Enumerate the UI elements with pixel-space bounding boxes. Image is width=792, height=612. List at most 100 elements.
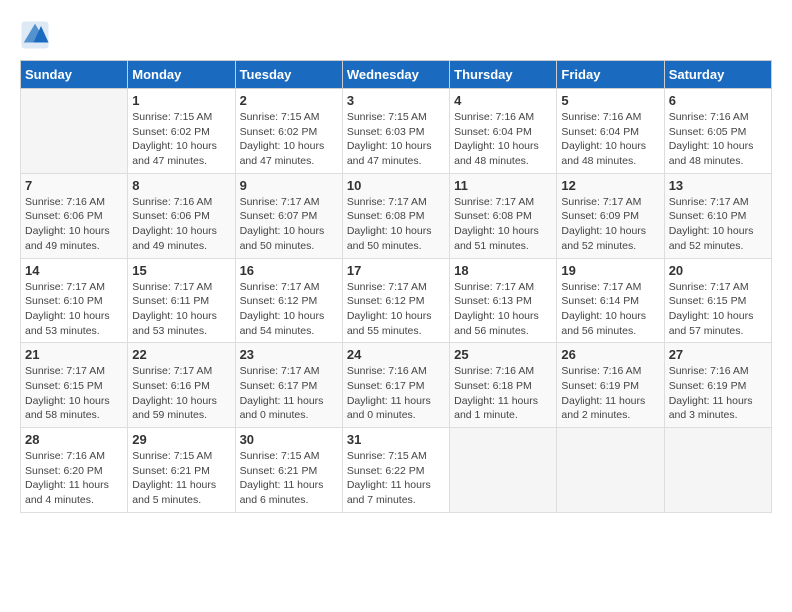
col-header-sunday: Sunday xyxy=(21,61,128,89)
day-info: Sunrise: 7:17 AM Sunset: 6:13 PM Dayligh… xyxy=(454,280,552,339)
day-number: 13 xyxy=(669,178,767,193)
calendar-cell: 23 Sunrise: 7:17 AM Sunset: 6:17 PM Dayli… xyxy=(235,343,342,428)
day-info: Sunrise: 7:17 AM Sunset: 6:16 PM Dayligh… xyxy=(132,364,230,423)
day-number: 30 xyxy=(240,432,338,447)
day-number: 19 xyxy=(561,263,659,278)
calendar-cell: 31 Sunrise: 7:15 AM Sunset: 6:22 PM Dayli… xyxy=(342,428,449,513)
col-header-saturday: Saturday xyxy=(664,61,771,89)
day-info: Sunrise: 7:17 AM Sunset: 6:10 PM Dayligh… xyxy=(669,195,767,254)
day-info: Sunrise: 7:15 AM Sunset: 6:21 PM Dayligh… xyxy=(132,449,230,508)
day-number: 22 xyxy=(132,347,230,362)
calendar-cell: 25 Sunrise: 7:16 AM Sunset: 6:18 PM Dayli… xyxy=(450,343,557,428)
calendar-cell: 13 Sunrise: 7:17 AM Sunset: 6:10 PM Dayli… xyxy=(664,173,771,258)
col-header-wednesday: Wednesday xyxy=(342,61,449,89)
day-number: 4 xyxy=(454,93,552,108)
day-number: 27 xyxy=(669,347,767,362)
day-info: Sunrise: 7:16 AM Sunset: 6:19 PM Dayligh… xyxy=(561,364,659,423)
calendar-cell xyxy=(450,428,557,513)
day-info: Sunrise: 7:17 AM Sunset: 6:11 PM Dayligh… xyxy=(132,280,230,339)
day-info: Sunrise: 7:16 AM Sunset: 6:04 PM Dayligh… xyxy=(561,110,659,169)
day-info: Sunrise: 7:17 AM Sunset: 6:17 PM Dayligh… xyxy=(240,364,338,423)
calendar-cell: 28Sunrise: 7:16 AM Sunset: 6:20 PM Dayli… xyxy=(21,428,128,513)
calendar-cell: 2 Sunrise: 7:15 AM Sunset: 6:02 PM Daylig… xyxy=(235,89,342,174)
calendar-week-row: 14Sunrise: 7:17 AM Sunset: 6:10 PM Dayli… xyxy=(21,258,772,343)
day-info: Sunrise: 7:15 AM Sunset: 6:03 PM Dayligh… xyxy=(347,110,445,169)
day-number: 3 xyxy=(347,93,445,108)
day-info: Sunrise: 7:16 AM Sunset: 6:19 PM Dayligh… xyxy=(669,364,767,423)
day-number: 1 xyxy=(132,93,230,108)
col-header-tuesday: Tuesday xyxy=(235,61,342,89)
calendar-cell: 12Sunrise: 7:17 AM Sunset: 6:09 PM Dayli… xyxy=(557,173,664,258)
day-number: 23 xyxy=(240,347,338,362)
day-number: 7 xyxy=(25,178,123,193)
calendar-cell: 9 Sunrise: 7:17 AM Sunset: 6:07 PM Daylig… xyxy=(235,173,342,258)
calendar-cell: 18 Sunrise: 7:17 AM Sunset: 6:13 PM Dayli… xyxy=(450,258,557,343)
day-number: 25 xyxy=(454,347,552,362)
col-header-monday: Monday xyxy=(128,61,235,89)
day-info: Sunrise: 7:17 AM Sunset: 6:08 PM Dayligh… xyxy=(347,195,445,254)
calendar-week-row: 21 Sunrise: 7:17 AM Sunset: 6:15 PM Dayli… xyxy=(21,343,772,428)
calendar-cell: 6 Sunrise: 7:16 AM Sunset: 6:05 PM Daylig… xyxy=(664,89,771,174)
calendar-cell: 11 Sunrise: 7:17 AM Sunset: 6:08 PM Dayli… xyxy=(450,173,557,258)
day-number: 10 xyxy=(347,178,445,193)
day-info: Sunrise: 7:17 AM Sunset: 6:12 PM Dayligh… xyxy=(240,280,338,339)
day-info: Sunrise: 7:17 AM Sunset: 6:08 PM Dayligh… xyxy=(454,195,552,254)
calendar-cell: 21 Sunrise: 7:17 AM Sunset: 6:15 PM Dayli… xyxy=(21,343,128,428)
logo xyxy=(20,20,54,50)
calendar-cell: 24 Sunrise: 7:16 AM Sunset: 6:17 PM Dayli… xyxy=(342,343,449,428)
calendar-cell xyxy=(664,428,771,513)
day-info: Sunrise: 7:16 AM Sunset: 6:05 PM Dayligh… xyxy=(669,110,767,169)
calendar-week-row: 7 Sunrise: 7:16 AM Sunset: 6:06 PM Daylig… xyxy=(21,173,772,258)
calendar-cell: 4 Sunrise: 7:16 AM Sunset: 6:04 PM Daylig… xyxy=(450,89,557,174)
calendar-cell: 29 Sunrise: 7:15 AM Sunset: 6:21 PM Dayli… xyxy=(128,428,235,513)
day-number: 31 xyxy=(347,432,445,447)
calendar-cell: 22 Sunrise: 7:17 AM Sunset: 6:16 PM Dayli… xyxy=(128,343,235,428)
day-info: Sunrise: 7:15 AM Sunset: 6:22 PM Dayligh… xyxy=(347,449,445,508)
day-number: 5 xyxy=(561,93,659,108)
calendar-cell xyxy=(21,89,128,174)
calendar-cell: 10 Sunrise: 7:17 AM Sunset: 6:08 PM Dayli… xyxy=(342,173,449,258)
calendar-cell: 14Sunrise: 7:17 AM Sunset: 6:10 PM Dayli… xyxy=(21,258,128,343)
day-info: Sunrise: 7:16 AM Sunset: 6:20 PM Dayligh… xyxy=(25,449,123,508)
day-info: Sunrise: 7:17 AM Sunset: 6:12 PM Dayligh… xyxy=(347,280,445,339)
day-number: 15 xyxy=(132,263,230,278)
day-info: Sunrise: 7:17 AM Sunset: 6:14 PM Dayligh… xyxy=(561,280,659,339)
day-number: 2 xyxy=(240,93,338,108)
day-info: Sunrise: 7:17 AM Sunset: 6:07 PM Dayligh… xyxy=(240,195,338,254)
day-info: Sunrise: 7:15 AM Sunset: 6:02 PM Dayligh… xyxy=(240,110,338,169)
day-info: Sunrise: 7:16 AM Sunset: 6:04 PM Dayligh… xyxy=(454,110,552,169)
col-header-thursday: Thursday xyxy=(450,61,557,89)
calendar-cell: 5 Sunrise: 7:16 AM Sunset: 6:04 PM Daylig… xyxy=(557,89,664,174)
day-info: Sunrise: 7:17 AM Sunset: 6:15 PM Dayligh… xyxy=(669,280,767,339)
col-header-friday: Friday xyxy=(557,61,664,89)
day-number: 26 xyxy=(561,347,659,362)
calendar-cell: 30 Sunrise: 7:15 AM Sunset: 6:21 PM Dayli… xyxy=(235,428,342,513)
calendar-cell xyxy=(557,428,664,513)
calendar-cell: 19 Sunrise: 7:17 AM Sunset: 6:14 PM Dayli… xyxy=(557,258,664,343)
calendar-cell: 15 Sunrise: 7:17 AM Sunset: 6:11 PM Dayli… xyxy=(128,258,235,343)
day-info: Sunrise: 7:15 AM Sunset: 6:21 PM Dayligh… xyxy=(240,449,338,508)
calendar-table: SundayMondayTuesdayWednesdayThursdayFrid… xyxy=(20,60,772,513)
day-number: 16 xyxy=(240,263,338,278)
page-header xyxy=(20,20,772,50)
day-number: 24 xyxy=(347,347,445,362)
day-info: Sunrise: 7:16 AM Sunset: 6:18 PM Dayligh… xyxy=(454,364,552,423)
day-number: 17 xyxy=(347,263,445,278)
day-number: 29 xyxy=(132,432,230,447)
day-info: Sunrise: 7:16 AM Sunset: 6:17 PM Dayligh… xyxy=(347,364,445,423)
calendar-week-row: 1 Sunrise: 7:15 AM Sunset: 6:02 PM Daylig… xyxy=(21,89,772,174)
calendar-cell: 26 Sunrise: 7:16 AM Sunset: 6:19 PM Dayli… xyxy=(557,343,664,428)
day-number: 12 xyxy=(561,178,659,193)
day-number: 18 xyxy=(454,263,552,278)
day-info: Sunrise: 7:15 AM Sunset: 6:02 PM Dayligh… xyxy=(132,110,230,169)
day-info: Sunrise: 7:16 AM Sunset: 6:06 PM Dayligh… xyxy=(132,195,230,254)
day-info: Sunrise: 7:17 AM Sunset: 6:10 PM Dayligh… xyxy=(25,280,123,339)
day-number: 6 xyxy=(669,93,767,108)
day-number: 21 xyxy=(25,347,123,362)
calendar-header-row: SundayMondayTuesdayWednesdayThursdayFrid… xyxy=(21,61,772,89)
day-number: 11 xyxy=(454,178,552,193)
day-number: 9 xyxy=(240,178,338,193)
day-info: Sunrise: 7:17 AM Sunset: 6:15 PM Dayligh… xyxy=(25,364,123,423)
calendar-cell: 3 Sunrise: 7:15 AM Sunset: 6:03 PM Daylig… xyxy=(342,89,449,174)
logo-icon xyxy=(20,20,50,50)
